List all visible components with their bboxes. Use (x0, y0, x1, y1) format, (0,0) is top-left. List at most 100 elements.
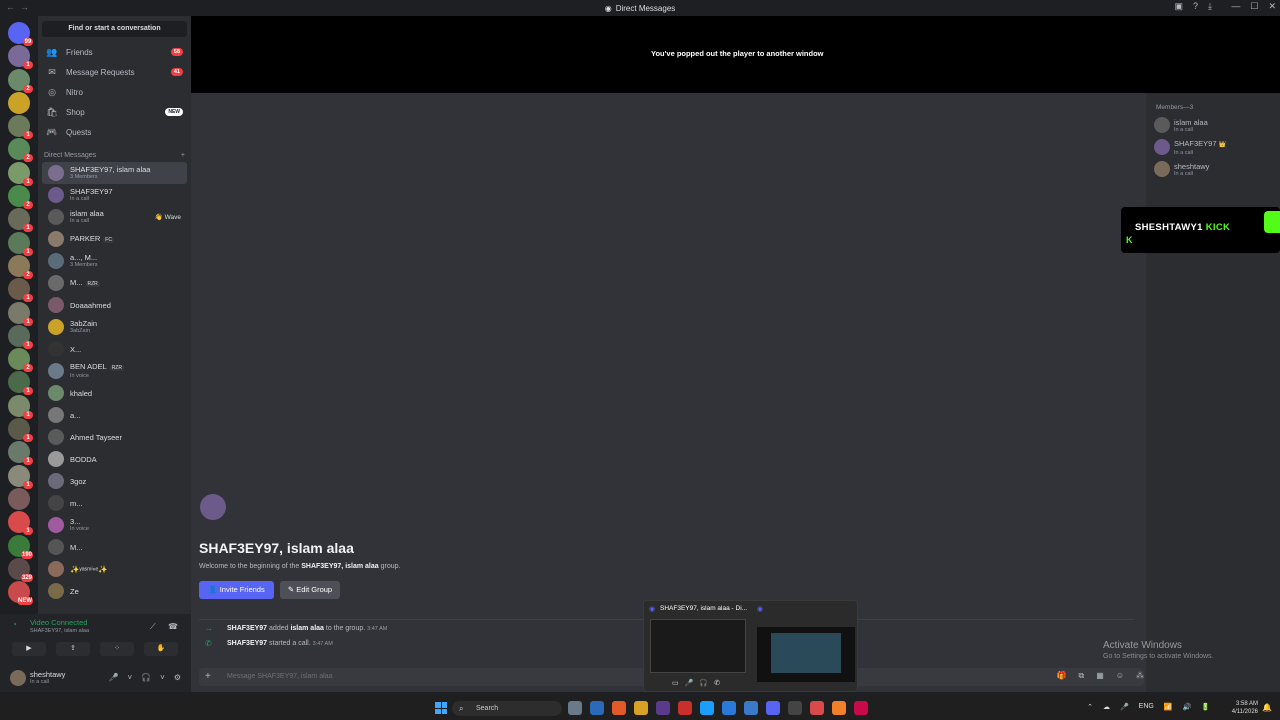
server-icon[interactable]: 1 (8, 441, 33, 466)
chevron-up-icon[interactable]: ⌃ (1087, 703, 1093, 711)
nav-nitro[interactable]: ◎ Nitro (38, 82, 191, 102)
nav-shop[interactable]: 🛍 Shop NEW (38, 102, 191, 122)
server-icon[interactable]: 1 (8, 418, 33, 443)
taskbar-app-icon[interactable] (700, 701, 714, 715)
microphone-icon[interactable]: 🎤 (109, 673, 119, 682)
dm-item[interactable]: a..., M... 3 Members (42, 250, 187, 272)
taskbar-app-icon[interactable] (854, 701, 868, 715)
server-icon[interactable]: 2 (8, 185, 33, 210)
chevron-down-icon[interactable]: ˅ (160, 673, 165, 682)
preview-thumbnail-popout[interactable] (757, 627, 855, 682)
server-icon[interactable]: 1 (8, 278, 33, 303)
member-item[interactable]: sheshtawy In a call (1154, 159, 1209, 179)
dm-item[interactable]: a... (42, 404, 187, 426)
server-icon[interactable]: 99 (8, 22, 33, 46)
taskbar-app-icon[interactable] (656, 701, 670, 715)
member-item[interactable]: islam alaa In a call (1154, 115, 1208, 135)
preview-mic-icon[interactable]: 🎤 (685, 679, 694, 687)
server-icon[interactable]: NEW (8, 581, 33, 606)
dm-item[interactable]: SHAF3EY97, islam alaa 3 Members (42, 162, 187, 184)
server-icon[interactable]: 1 (8, 301, 33, 326)
preview-video-icon[interactable]: ▭ (672, 679, 679, 687)
dm-item[interactable]: M... (42, 536, 187, 558)
server-icon[interactable]: 1 (8, 371, 33, 396)
server-icon[interactable]: 2 (8, 254, 33, 279)
dm-item[interactable]: BODDA (42, 448, 187, 470)
server-icon[interactable]: 1 (8, 45, 33, 70)
mic-tray-icon[interactable]: 🎤 (1120, 703, 1129, 711)
taskbar-app-icon[interactable] (788, 701, 802, 715)
dm-item[interactable]: islam alaa In a call 👋 Wave (42, 206, 187, 228)
dm-item[interactable]: X... (42, 338, 187, 360)
dm-item[interactable]: SHAF3EY97 In a call (42, 184, 187, 206)
username[interactable]: sheshtawy (30, 670, 65, 679)
noise-suppression-icon[interactable]: ⟋ (150, 622, 156, 632)
minimize-button[interactable]: — (1231, 1, 1240, 12)
dm-item[interactable]: 3... In voice (42, 514, 187, 536)
screen-share-button[interactable]: ⇪ (56, 642, 90, 656)
nav-friends[interactable]: 👥 Friends 58 (38, 42, 191, 62)
volume-icon[interactable]: 🔊 (1183, 703, 1192, 711)
create-dm-icon[interactable]: + (181, 152, 185, 159)
dm-item[interactable]: Doaaahmed (42, 294, 187, 316)
dm-item[interactable]: 3goz (42, 470, 187, 492)
dm-item[interactable]: m... (42, 492, 187, 514)
dm-item[interactable]: Ze (42, 580, 187, 602)
wave-button[interactable]: 👋 Wave (155, 213, 181, 221)
taskbar-app-icon[interactable] (634, 701, 648, 715)
taskbar-app-icon[interactable] (612, 701, 626, 715)
download-icon[interactable]: ⤓ (1208, 1, 1212, 12)
server-icon[interactable]: 2 (8, 68, 33, 93)
invite-friends-button[interactable]: 👤 Invite Friends (199, 581, 274, 599)
server-icon[interactable] (8, 487, 30, 510)
taskbar-preview[interactable]: ◉ SHAF3EY97, islam alaa - Di... ◉ ▭ 🎤 🎧 … (643, 600, 858, 692)
server-icon[interactable]: 329 (8, 557, 33, 582)
nav-quests[interactable]: 🎮 Quests (38, 122, 191, 142)
clock[interactable]: 3:58 AM 4/11/2026 (1232, 700, 1258, 716)
maximize-button[interactable]: ☐ (1250, 1, 1258, 12)
server-icon[interactable]: 1 (8, 161, 33, 186)
server-icon[interactable]: 1 (8, 115, 33, 140)
taskbar-app-icon[interactable] (678, 701, 692, 715)
soundboard-button[interactable]: ✋ (144, 642, 178, 656)
emoji-icon[interactable]: ☺ (1116, 671, 1124, 681)
disconnect-icon[interactable]: ☎ (168, 622, 178, 631)
member-item[interactable]: SHAF3EY97 👑 In a call (1154, 137, 1226, 157)
taskbar-app-icon[interactable] (832, 701, 846, 715)
nav-message-requests[interactable]: ✉ Message Requests 41 (38, 62, 191, 82)
taskbar-app-icon[interactable] (722, 701, 736, 715)
taskbar-app-icon[interactable] (810, 701, 824, 715)
dm-item[interactable]: 3abZain 3abZain (42, 316, 187, 338)
taskbar-app-icon[interactable] (766, 701, 780, 715)
server-icon[interactable]: 1 (8, 464, 33, 489)
server-icon[interactable] (8, 91, 30, 114)
sticker-icon[interactable]: ▦ (1096, 671, 1104, 681)
cloud-icon[interactable]: ☁ (1103, 703, 1110, 711)
gif-icon[interactable]: ⧉ (1079, 671, 1085, 681)
nav-arrows[interactable]: ← → (6, 2, 29, 12)
help-icon[interactable]: ? (1193, 1, 1198, 12)
preview-thumbnail-main[interactable] (650, 619, 746, 673)
taskbar-search[interactable]: ⌕ Search (452, 701, 562, 716)
server-icon[interactable]: 1 (8, 394, 33, 419)
server-icon[interactable]: 1 (8, 231, 33, 256)
server-icon[interactable]: 1 (8, 511, 33, 536)
battery-icon[interactable]: 🔋 (1201, 703, 1210, 711)
gift-icon[interactable]: 🎁 (1057, 671, 1067, 681)
server-icon[interactable]: 2 (8, 348, 33, 373)
headphones-icon[interactable]: 🎧 (141, 673, 151, 682)
language-indicator[interactable]: ENG (1139, 703, 1154, 711)
dm-item[interactable]: M... RZR (42, 272, 187, 294)
notification-icon[interactable]: 🔔 (1262, 703, 1272, 712)
taskbar-app-icon[interactable] (744, 701, 758, 715)
apps-icon[interactable]: ⁂ (1136, 671, 1144, 681)
edit-group-button[interactable]: ✎ Edit Group (280, 581, 340, 599)
avatar[interactable] (10, 670, 26, 686)
find-conversation-button[interactable]: Find or start a conversation (42, 21, 187, 37)
wifi-icon[interactable]: 📶 (1164, 703, 1173, 711)
preview-headphones-icon[interactable]: 🎧 (699, 679, 708, 687)
camera-button[interactable]: ▶ (12, 642, 46, 656)
dm-item[interactable]: PARKER FC (42, 228, 187, 250)
windows-start-icon[interactable] (435, 702, 447, 714)
taskbar-app-icon[interactable] (590, 701, 604, 715)
